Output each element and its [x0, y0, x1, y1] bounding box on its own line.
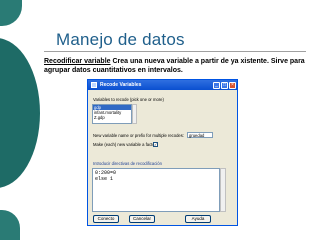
list-item[interactable]: Z.gdp: [93, 115, 131, 120]
recode-directives-textarea[interactable]: 0:200=0 else 1: [92, 168, 220, 212]
decorative-circle: [0, 38, 40, 188]
keyword: Recodificar variable: [44, 58, 111, 65]
directives-label: Introducir directivas de recodificación: [93, 161, 162, 166]
listbox-scrollbar[interactable]: [132, 104, 137, 124]
slide-body: Recodificar variable Crea una nueva vari…: [44, 57, 314, 75]
minimize-button[interactable]: _: [213, 81, 220, 89]
app-icon: [91, 82, 97, 88]
help-button[interactable]: Ayuda: [185, 215, 211, 223]
dialog-titlebar[interactable]: Recode Variables _ □ ×: [88, 80, 237, 90]
close-button[interactable]: ×: [229, 81, 236, 89]
slide: Manejo de datos Recodificar variable Cre…: [0, 0, 320, 240]
dialog-title: Recode Variables: [100, 82, 142, 88]
recode-variables-dialog: Recode Variables _ □ × Variables to reco…: [87, 79, 238, 226]
textarea-scrollbar[interactable]: [220, 168, 226, 212]
decorative-top-shape: [0, 0, 22, 26]
new-name-label: New variable name or prefix for multiple…: [93, 133, 185, 138]
decorative-bottom-shape: [0, 210, 20, 240]
maximize-button[interactable]: □: [221, 81, 228, 89]
factor-label: Make (each) new variable a factor: [93, 142, 157, 147]
ok-button[interactable]: Conecto: [93, 215, 119, 223]
variables-listbox[interactable]: gdp infant.mortality Z.gdp: [92, 104, 132, 124]
variables-label: Variables to recode (pick one or more): [93, 97, 164, 102]
new-variable-name-input[interactable]: gruedad: [187, 132, 213, 138]
title-divider: [44, 51, 306, 52]
slide-title: Manejo de datos: [56, 30, 185, 49]
directive-line: else 1: [95, 176, 114, 182]
cancel-button[interactable]: Cancelar: [129, 215, 155, 223]
factor-checkbox[interactable]: ✓: [153, 142, 158, 147]
